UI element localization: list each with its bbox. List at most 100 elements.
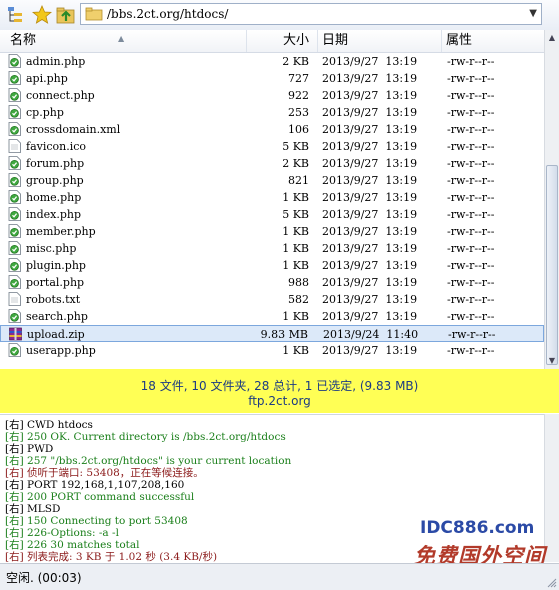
- file-name: index.php: [26, 208, 82, 221]
- file-row[interactable]: upload.zip 9.83 MB 2013/9/24 11:40 -rw-r--r…: [0, 325, 544, 342]
- file-size: 1 KB: [282, 191, 309, 204]
- script-file-icon: [8, 241, 21, 255]
- file-size: 988: [288, 276, 309, 289]
- script-file-icon: [8, 343, 21, 357]
- file-row[interactable]: cp.php 253 2013/9/27 13:19 -rw-r--r--: [0, 104, 544, 121]
- file-row[interactable]: connect.php 922 2013/9/27 13:19 -rw-r--r--: [0, 87, 544, 104]
- file-row[interactable]: misc.php 1 KB 2013/9/27 13:19 -rw-r--r--: [0, 240, 544, 257]
- file-attributes: -rw-r--r--: [447, 174, 495, 187]
- log-line: [右] 250 OK. Current directory is /bbs.2c…: [5, 431, 286, 443]
- file-date: 2013/9/27 13:19: [322, 89, 418, 102]
- scroll-down-icon[interactable]: ▼: [546, 354, 558, 368]
- file-attributes: -rw-r--r--: [447, 140, 495, 153]
- status-text: 空闲. (00:03): [6, 571, 82, 585]
- file-row[interactable]: plugin.php 1 KB 2013/9/27 13:19 -rw-r--r--: [0, 257, 544, 274]
- tree-view-icon[interactable]: [6, 5, 26, 25]
- file-row[interactable]: admin.php 2 KB 2013/9/27 13:19 -rw-r--r--: [0, 53, 544, 70]
- log-line: [右] MLSD: [5, 503, 61, 515]
- file-list-scrollbar[interactable]: ▲ ▼: [544, 30, 559, 369]
- file-date: 2013/9/27 13:19: [322, 242, 418, 255]
- file-row[interactable]: forum.php 2 KB 2013/9/27 13:19 -rw-r--r--: [0, 155, 544, 172]
- column-attr[interactable]: 属性: [442, 30, 544, 52]
- file-name: crossdomain.xml: [26, 123, 121, 136]
- log-line: [右] 列表完成: 3 KB 于 1.02 秒 (3.4 KB/秒): [5, 551, 218, 563]
- file-date: 2013/9/27 13:19: [322, 191, 418, 204]
- file-attributes: -rw-r--r--: [447, 208, 495, 221]
- script-file-icon: [8, 156, 21, 170]
- file-row[interactable]: userapp.php 1 KB 2013/9/27 13:19 -rw-r--r--: [0, 342, 544, 359]
- address-bar[interactable]: /bbs.2ct.org/htdocs/ ▼: [80, 3, 542, 25]
- file-size: 1 KB: [282, 225, 309, 238]
- column-name[interactable]: 名称 ▲: [0, 30, 247, 52]
- file-attributes: -rw-r--r--: [447, 310, 495, 323]
- log-scrollbar[interactable]: [544, 414, 559, 562]
- file-attributes: -rw-r--r--: [447, 89, 495, 102]
- summary-host: ftp.2ct.org: [248, 394, 311, 408]
- column-size[interactable]: 大小: [247, 30, 318, 52]
- column-header: 名称 ▲ 大小 日期 属性: [0, 30, 544, 53]
- file-row[interactable]: favicon.ico 5 KB 2013/9/27 13:19 -rw-r--r--: [0, 138, 544, 155]
- log-line: [右] 150 Connecting to port 53408: [5, 515, 188, 527]
- column-attr-label: 属性: [446, 33, 473, 48]
- file-attributes: -rw-r--r--: [447, 123, 495, 136]
- script-file-icon: [8, 275, 21, 289]
- file-name: favicon.ico: [26, 140, 87, 153]
- file-name: userapp.php: [26, 344, 96, 357]
- file-size: 253: [288, 106, 309, 119]
- file-name: connect.php: [26, 89, 95, 102]
- scroll-up-icon[interactable]: ▲: [546, 31, 558, 45]
- file-size: 821: [288, 174, 309, 187]
- up-folder-icon[interactable]: [56, 5, 76, 25]
- file-size: 727: [288, 72, 309, 85]
- file-date: 2013/9/27 13:19: [322, 259, 418, 272]
- file-date: 2013/9/27 13:19: [322, 293, 418, 306]
- log-line: [右] 侦听于端口: 53408，正在等候连接。: [5, 467, 204, 479]
- scrollbar-thumb[interactable]: [546, 165, 558, 365]
- column-size-label: 大小: [282, 33, 309, 48]
- summary-panel: 18 文件, 10 文件夹, 28 总计, 1 已选定, (9.83 MB) f…: [0, 369, 559, 413]
- file-size: 2 KB: [282, 55, 309, 68]
- file-attributes: -rw-r--r--: [447, 72, 495, 85]
- script-file-icon: [8, 88, 21, 102]
- log-line: [右] 226-Options: -a -l: [5, 527, 119, 539]
- resize-grip-icon[interactable]: [547, 578, 557, 588]
- column-date[interactable]: 日期: [318, 30, 442, 52]
- chevron-down-icon[interactable]: ▼: [529, 8, 537, 19]
- file-row[interactable]: member.php 1 KB 2013/9/27 13:19 -rw-r--r--: [0, 223, 544, 240]
- file-date: 2013/9/27 13:19: [322, 276, 418, 289]
- file-date: 2013/9/27 13:19: [322, 55, 418, 68]
- address-path: /bbs.2ct.org/htdocs/: [107, 7, 229, 21]
- status-bar: 空闲. (00:03): [0, 563, 559, 590]
- file-row[interactable]: index.php 5 KB 2013/9/27 13:19 -rw-r--r--: [0, 206, 544, 223]
- file-row[interactable]: home.php 1 KB 2013/9/27 13:19 -rw-r--r--: [0, 189, 544, 206]
- column-name-label: 名称: [10, 33, 37, 48]
- file-date: 2013/9/27 13:19: [322, 106, 418, 119]
- script-file-icon: [8, 71, 21, 85]
- file-attributes: -rw-r--r--: [447, 55, 495, 68]
- column-date-label: 日期: [322, 33, 349, 48]
- script-file-icon: [8, 105, 21, 119]
- file-row[interactable]: api.php 727 2013/9/27 13:19 -rw-r--r--: [0, 70, 544, 87]
- file-attributes: -rw-r--r--: [447, 225, 495, 238]
- file-row[interactable]: crossdomain.xml 106 2013/9/27 13:19 -rw-r--…: [0, 121, 544, 138]
- file-date: 2013/9/27 13:19: [322, 157, 418, 170]
- file-date: 2013/9/27 13:19: [322, 344, 418, 357]
- file-row[interactable]: group.php 821 2013/9/27 13:19 -rw-r--r--: [0, 172, 544, 189]
- file-date: 2013/9/27 13:19: [322, 140, 418, 153]
- file-attributes: -rw-r--r--: [447, 259, 495, 272]
- file-row[interactable]: portal.php 988 2013/9/27 13:19 -rw-r--r--: [0, 274, 544, 291]
- file-list: admin.php 2 KB 2013/9/27 13:19 -rw-r--r-- ap…: [0, 53, 544, 369]
- star-icon[interactable]: [32, 5, 52, 25]
- file-attributes: -rw-r--r--: [447, 191, 495, 204]
- script-file-icon: [8, 309, 21, 323]
- file-row[interactable]: robots.txt 582 2013/9/27 13:19 -rw-r--r--: [0, 291, 544, 308]
- log-line: [右] 200 PORT command successful: [5, 491, 195, 503]
- file-row[interactable]: search.php 1 KB 2013/9/27 13:19 -rw-r--r--: [0, 308, 544, 325]
- file-name: member.php: [26, 225, 96, 238]
- script-file-icon: [8, 54, 21, 68]
- file-date: 2013/9/27 13:19: [322, 208, 418, 221]
- script-file-icon: [8, 122, 21, 136]
- file-size: 5 KB: [282, 140, 309, 153]
- script-file-icon: [8, 258, 21, 272]
- script-file-icon: [8, 173, 21, 187]
